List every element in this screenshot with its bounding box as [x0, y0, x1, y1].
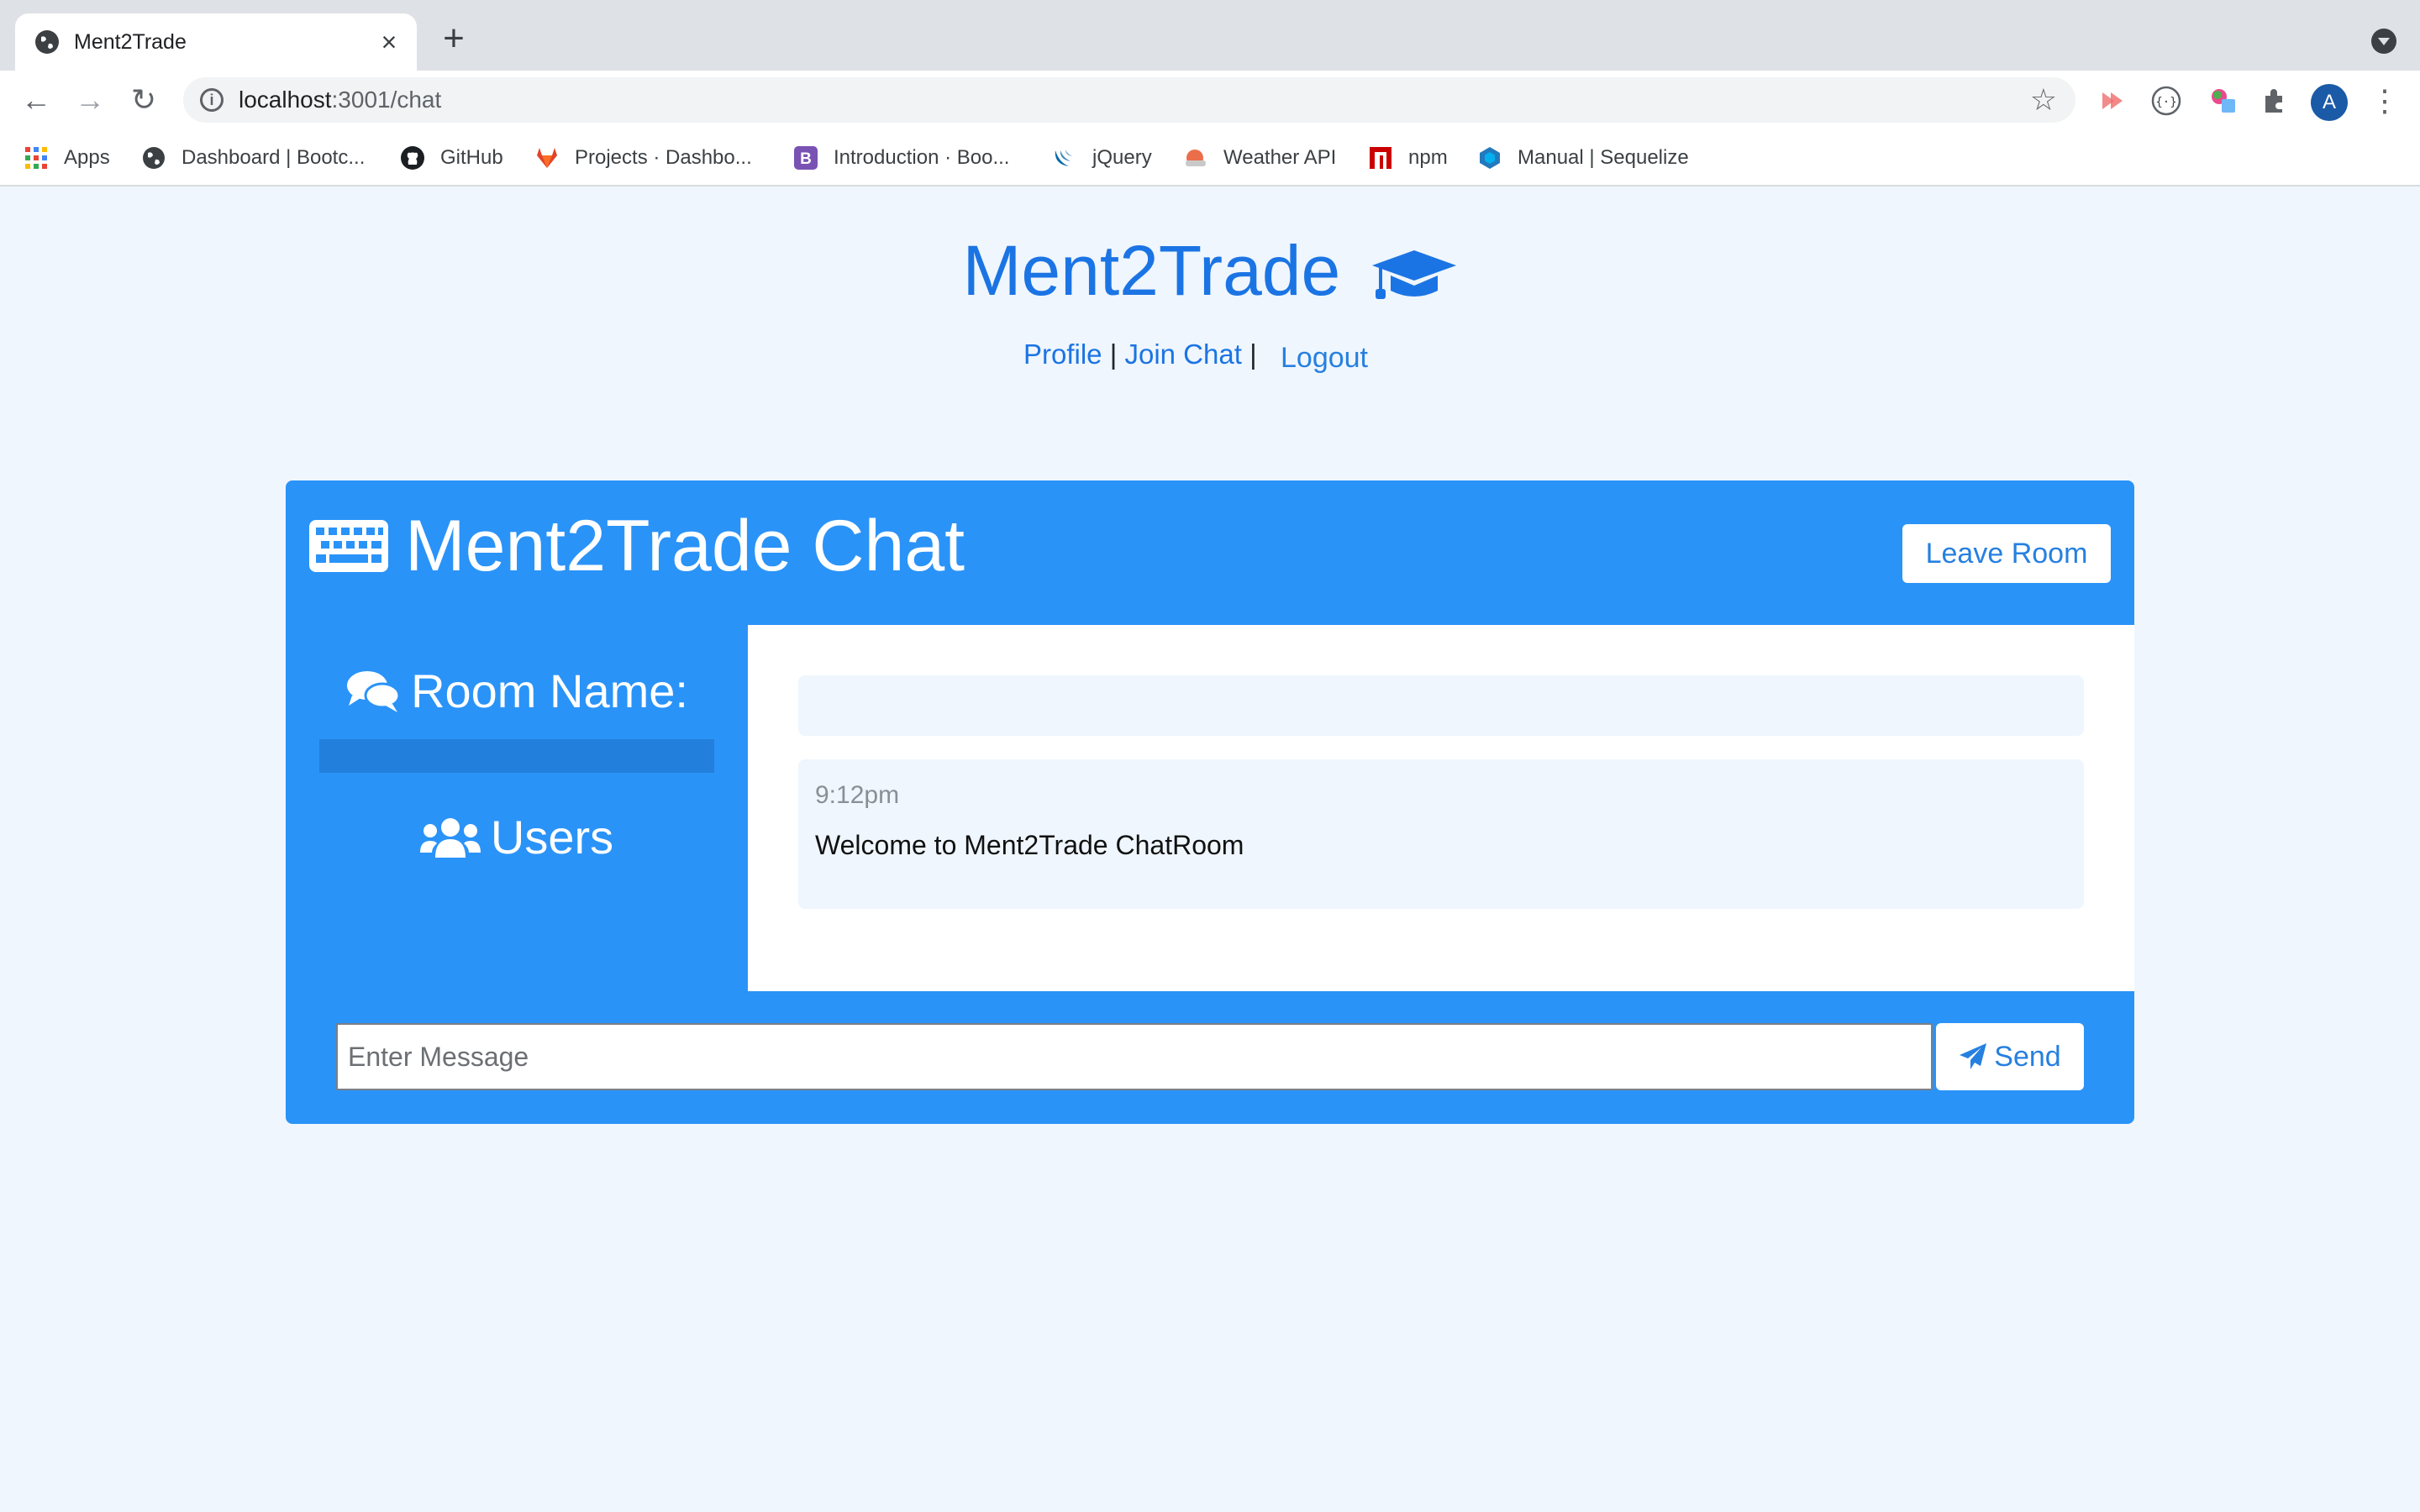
- bookmark-label: jQuery: [1092, 146, 1152, 169]
- logout-button[interactable]: Logout: [1281, 339, 1368, 376]
- globe-icon: [35, 30, 59, 54]
- bookmark-label: Projects · Dashbo...: [575, 146, 752, 169]
- url-host: localhost: [239, 87, 332, 113]
- bookmark-github[interactable]: GitHub: [400, 141, 503, 175]
- tab-title: Ment2Trade: [74, 30, 187, 54]
- paper-plane-icon: [1960, 1043, 1987, 1069]
- leave-room-button[interactable]: Leave Room: [1902, 524, 2111, 583]
- users-heading: Users: [286, 808, 748, 867]
- room-name-value: [319, 739, 714, 773]
- bookmark-label: Dashboard | Bootc...: [182, 146, 366, 169]
- bootstrap-icon: B: [794, 146, 818, 170]
- bookmark-label: Apps: [64, 146, 110, 169]
- bookmark-label: Manual | Sequelize: [1518, 146, 1689, 169]
- bookmarks-bar: Apps Dashboard | Bootc... GitHub Project…: [0, 129, 2420, 186]
- github-icon: [401, 146, 424, 170]
- weather-icon: [1186, 150, 1206, 166]
- send-label: Send: [1994, 1040, 2061, 1073]
- keyboard-icon: [309, 520, 388, 572]
- more-menu-icon[interactable]: ⋮: [2370, 82, 2400, 119]
- gitlab-icon: [537, 148, 557, 168]
- close-icon[interactable]: ×: [375, 28, 403, 56]
- chat-message: 9:12pm Welcome to Ment2Trade ChatRoom: [798, 759, 2084, 909]
- message-form: Send: [336, 1023, 2084, 1090]
- chat-title: Ment2Trade Chat: [405, 505, 965, 586]
- new-tab-button[interactable]: +: [437, 20, 471, 57]
- message-input[interactable]: [336, 1023, 1933, 1090]
- nav-separator: |: [1109, 339, 1118, 370]
- site-brand: Ment2Trade: [0, 228, 2420, 312]
- users-icon: [419, 818, 481, 858]
- info-icon[interactable]: i: [200, 88, 224, 112]
- extension-code-icon[interactable]: {·}: [2151, 86, 2181, 116]
- comments-icon: [347, 671, 401, 712]
- forward-arrow-icon[interactable]: →: [71, 81, 109, 119]
- sequelize-icon: [1480, 147, 1500, 169]
- bookmark-bootstrap[interactable]: B Introduction · Boo...: [793, 141, 1009, 175]
- url-text[interactable]: localhost:3001/chat: [239, 87, 441, 113]
- address-bar[interactable]: i localhost:3001/chat ☆: [183, 77, 2075, 123]
- tab-search-icon[interactable]: [2371, 29, 2396, 54]
- bookmark-dashboard[interactable]: Dashboard | Bootc...: [141, 141, 365, 175]
- nav-separator: |: [1249, 339, 1257, 370]
- extensions-puzzle-icon[interactable]: [2259, 86, 2289, 116]
- extension-color-icon[interactable]: [2208, 86, 2238, 116]
- bookmark-label: GitHub: [440, 146, 503, 169]
- bookmark-jquery[interactable]: jQuery: [1052, 141, 1152, 175]
- room-name-heading: Room Name:: [286, 662, 748, 721]
- chat-sidebar: Room Name: Users: [286, 625, 748, 991]
- jquery-icon: [1055, 150, 1072, 166]
- apps-grid-icon: [25, 147, 47, 169]
- graduation-cap-icon: [1371, 249, 1456, 299]
- reload-icon[interactable]: ↻: [124, 81, 163, 119]
- chat-header: Ment2Trade Chat: [309, 504, 965, 588]
- profile-avatar[interactable]: A: [2311, 84, 2348, 121]
- extension-cast-icon[interactable]: [2097, 86, 2128, 116]
- chat-messages[interactable]: 9:12pm Welcome to Ment2Trade ChatRoom: [748, 625, 2134, 991]
- nav-join-chat-link[interactable]: Join Chat: [1124, 339, 1241, 370]
- svg-text:B: B: [800, 150, 812, 168]
- bookmark-label: Weather API: [1223, 146, 1337, 169]
- message-text: Welcome to Ment2Trade ChatRoom: [815, 830, 1244, 860]
- bookmark-label: Introduction · Boo...: [834, 146, 1010, 169]
- svg-text:{·}: {·}: [2155, 96, 2176, 109]
- bookmark-star-icon[interactable]: ☆: [2030, 84, 2057, 116]
- browser-tabstrip: Ment2Trade × +: [0, 0, 2420, 71]
- bookmark-sequelize[interactable]: Manual | Sequelize: [1477, 141, 1689, 175]
- back-arrow-icon[interactable]: ←: [17, 81, 55, 119]
- browser-toolbar: ← → ↻ i localhost:3001/chat ☆ {·} A ⋮: [0, 71, 2420, 129]
- url-path: :3001/chat: [331, 87, 442, 113]
- browser-tab[interactable]: Ment2Trade ×: [15, 13, 417, 71]
- globe-icon: [143, 147, 165, 169]
- message-placeholder: [798, 675, 2084, 736]
- nav-profile-link[interactable]: Profile: [1023, 339, 1102, 370]
- bookmark-apps[interactable]: Apps: [24, 141, 110, 175]
- bookmark-label: npm: [1408, 146, 1448, 169]
- send-button[interactable]: Send: [1936, 1023, 2084, 1090]
- brand-title[interactable]: Ment2Trade: [962, 231, 1340, 310]
- bookmark-weather-api[interactable]: Weather API: [1183, 141, 1336, 175]
- bookmark-gitlab[interactable]: Projects · Dashbo...: [534, 141, 752, 175]
- top-nav: Profile | Join Chat |: [1023, 336, 1257, 373]
- users-label: Users: [490, 811, 614, 864]
- chat-container: Ment2Trade Chat Leave Room Room Name: Us…: [286, 480, 2134, 1124]
- room-name-label: Room Name:: [411, 664, 688, 717]
- message-time: 9:12pm: [815, 781, 900, 809]
- bookmark-npm[interactable]: npm: [1368, 141, 1448, 175]
- npm-icon: [1370, 147, 1392, 169]
